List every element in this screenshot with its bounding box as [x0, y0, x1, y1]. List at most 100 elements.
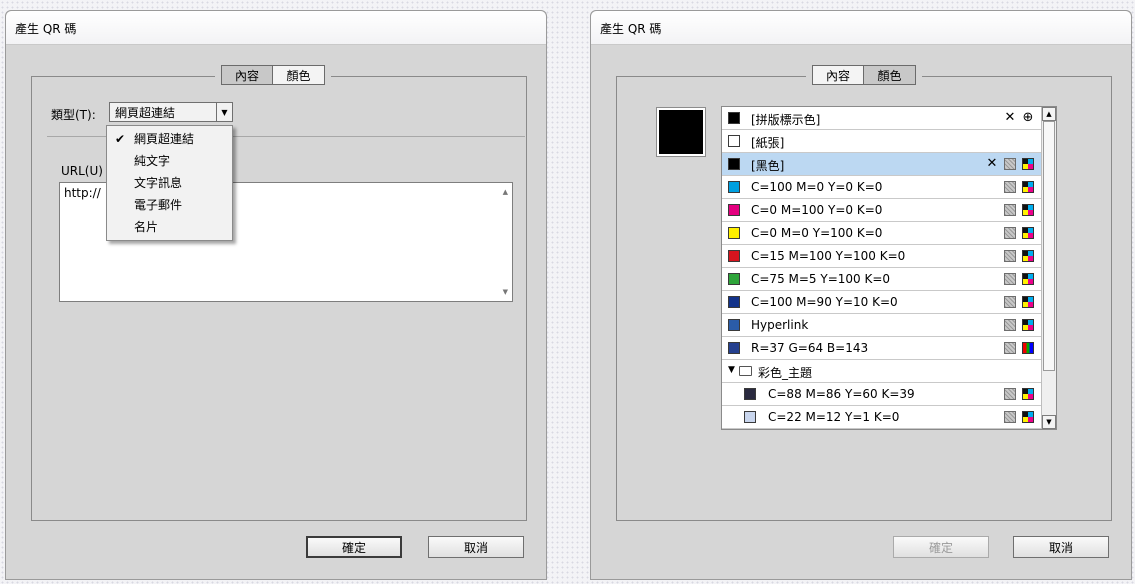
cancel-button[interactable]: 取消: [1013, 536, 1109, 558]
qr-dialog-color: 產生 QR 碼 內容 顏色 [拼版標示色] ⊕ ✕ [紙張] [黑色] ✕ C=100 M=…: [590, 10, 1132, 580]
swatch-color-chip: [744, 388, 756, 400]
disclosure-triangle-icon[interactable]: ▼: [728, 365, 735, 375]
dialog-titlebar[interactable]: 產生 QR 碼: [591, 11, 1131, 45]
swatch-name: Hyperlink: [751, 318, 809, 332]
swatch-color-chip: [728, 250, 740, 262]
tab-bar: 內容 顏色: [215, 65, 331, 87]
cmyk-mode-icon: [1022, 273, 1034, 285]
process-color-icon: [1004, 411, 1016, 423]
process-color-icon: [1004, 319, 1016, 331]
process-color-icon: [1004, 273, 1016, 285]
process-color-icon: [1004, 296, 1016, 308]
swatch-name: C=15 M=100 Y=100 K=0: [751, 249, 906, 263]
swatch-name: 彩色_主題: [758, 366, 813, 380]
swatch-color-chip: [728, 296, 740, 308]
process-color-icon: [1004, 388, 1016, 400]
dialog-titlebar[interactable]: 產生 QR 碼: [6, 11, 546, 45]
type-select[interactable]: 網頁超連結 ▼: [109, 102, 233, 122]
swatch-row[interactable]: C=0 M=100 Y=0 K=0: [722, 199, 1042, 222]
swatch-color-chip: [728, 135, 740, 147]
swatch-color-chip: [728, 342, 740, 354]
swatch-name: C=22 M=12 Y=1 K=0: [768, 410, 900, 424]
type-select-value: 網頁超連結: [115, 105, 176, 120]
swatch-row[interactable]: C=100 M=90 Y=10 K=0: [722, 291, 1042, 314]
scroll-down-arrow-icon[interactable]: ▼: [1042, 415, 1056, 429]
swatch-name: C=75 M=5 Y=100 K=0: [751, 272, 891, 286]
swatch-name: [紙張]: [751, 136, 785, 150]
swatch-row[interactable]: [紙張]: [722, 130, 1042, 153]
swatch-row[interactable]: C=75 M=5 Y=100 K=0: [722, 268, 1042, 291]
menu-item-business-card[interactable]: 名片: [107, 216, 232, 238]
swatch-color-chip: [728, 181, 740, 193]
swatch-color-chip: [728, 158, 740, 170]
swatch-color-chip: [728, 273, 740, 285]
process-color-icon: [1004, 227, 1016, 239]
scroll-up-arrow-icon[interactable]: ▲: [503, 188, 508, 196]
cmyk-mode-icon: [1022, 204, 1034, 216]
tab-color[interactable]: 顏色: [864, 65, 916, 85]
dialog-title: 產生 QR 碼: [15, 22, 77, 36]
tab-content[interactable]: 內容: [812, 65, 864, 85]
cmyk-mode-icon: [1022, 411, 1034, 423]
process-color-icon: [1004, 204, 1016, 216]
menu-item-email[interactable]: 電子郵件: [107, 194, 232, 216]
ok-button[interactable]: 確定: [893, 536, 989, 558]
scroll-up-arrow-icon[interactable]: ▲: [1042, 107, 1056, 121]
swatch-row[interactable]: Hyperlink: [722, 314, 1042, 337]
swatch-row[interactable]: C=0 M=0 Y=100 K=0: [722, 222, 1042, 245]
rgb-mode-icon: [1022, 342, 1034, 354]
cmyk-mode-icon: [1022, 158, 1034, 170]
swatch-name: [拼版標示色]: [751, 113, 821, 127]
swatch-name: [黑色]: [751, 159, 785, 173]
menu-item-web-hyperlink[interactable]: ✔ 網頁超連結: [107, 128, 232, 150]
chevron-down-icon[interactable]: ▼: [216, 103, 232, 121]
qr-dialog-content: 產生 QR 碼 內容 顏色 類型(T): 網頁超連結 ▼ URL(U) http…: [5, 10, 547, 580]
process-color-icon: [1004, 181, 1016, 193]
swatch-name: C=100 M=0 Y=0 K=0: [751, 180, 883, 194]
cmyk-mode-icon: [1022, 319, 1034, 331]
url-label: URL(U): [61, 164, 103, 178]
ok-button[interactable]: 確定: [306, 536, 402, 558]
cancel-button[interactable]: 取消: [428, 536, 524, 558]
url-value: http://: [64, 186, 101, 200]
cannot-edit-icon: ✕: [1004, 110, 1016, 125]
type-label: 類型(T):: [51, 108, 96, 122]
swatch-folder-row[interactable]: ▼ 彩色_主題: [722, 360, 1042, 383]
swatch-color-chip: [728, 112, 740, 124]
scrollbar-thumb[interactable]: [1043, 121, 1055, 371]
scroll-down-arrow-icon[interactable]: ▼: [503, 288, 508, 296]
swatch-row[interactable]: C=88 M=86 Y=60 K=39: [722, 383, 1042, 406]
cmyk-mode-icon: [1022, 250, 1034, 262]
swatch-list-scrollbar[interactable]: ▲ ▼: [1041, 107, 1056, 429]
menu-item-text-message[interactable]: 文字訊息: [107, 172, 232, 194]
selected-color-preview: [656, 107, 706, 157]
process-color-icon: [1004, 158, 1016, 170]
swatch-name: C=0 M=100 Y=0 K=0: [751, 203, 883, 217]
tab-content[interactable]: 內容: [221, 65, 273, 85]
tab-bar: 內容 顏色: [806, 65, 922, 87]
cmyk-mode-icon: [1022, 388, 1034, 400]
swatch-row[interactable]: C=22 M=12 Y=1 K=0: [722, 406, 1042, 429]
cmyk-mode-icon: [1022, 181, 1034, 193]
swatch-row[interactable]: R=37 G=64 B=143: [722, 337, 1042, 360]
swatch-row[interactable]: [拼版標示色] ⊕ ✕: [722, 107, 1042, 130]
registration-icon: ⊕: [1022, 110, 1034, 125]
menu-item-plain-text[interactable]: 純文字: [107, 150, 232, 172]
textarea-scrollbar[interactable]: ▲ ▼: [495, 183, 512, 301]
check-icon: ✔: [115, 132, 126, 146]
process-color-icon: [1004, 250, 1016, 262]
process-color-icon: [1004, 342, 1016, 354]
swatch-color-chip: [728, 227, 740, 239]
dialog-title: 產生 QR 碼: [600, 22, 662, 36]
swatch-name: C=100 M=90 Y=10 K=0: [751, 295, 898, 309]
swatch-row[interactable]: C=100 M=0 Y=0 K=0: [722, 176, 1042, 199]
swatch-rows: [拼版標示色] ⊕ ✕ [紙張] [黑色] ✕ C=100 M=0 Y=0 K=0 C=0 M…: [722, 107, 1042, 429]
folder-icon: [739, 366, 752, 376]
type-dropdown-menu: ✔ 網頁超連結 純文字 文字訊息 電子郵件 名片: [106, 125, 233, 241]
swatch-row[interactable]: C=15 M=100 Y=100 K=0: [722, 245, 1042, 268]
swatch-color-chip: [728, 204, 740, 216]
menu-item-label: 網頁超連結: [134, 132, 195, 146]
swatch-list[interactable]: [拼版標示色] ⊕ ✕ [紙張] [黑色] ✕ C=100 M=0 Y=0 K=0 C=0 M…: [721, 106, 1057, 430]
tab-color[interactable]: 顏色: [273, 65, 325, 85]
swatch-row[interactable]: [黑色] ✕: [722, 153, 1042, 176]
